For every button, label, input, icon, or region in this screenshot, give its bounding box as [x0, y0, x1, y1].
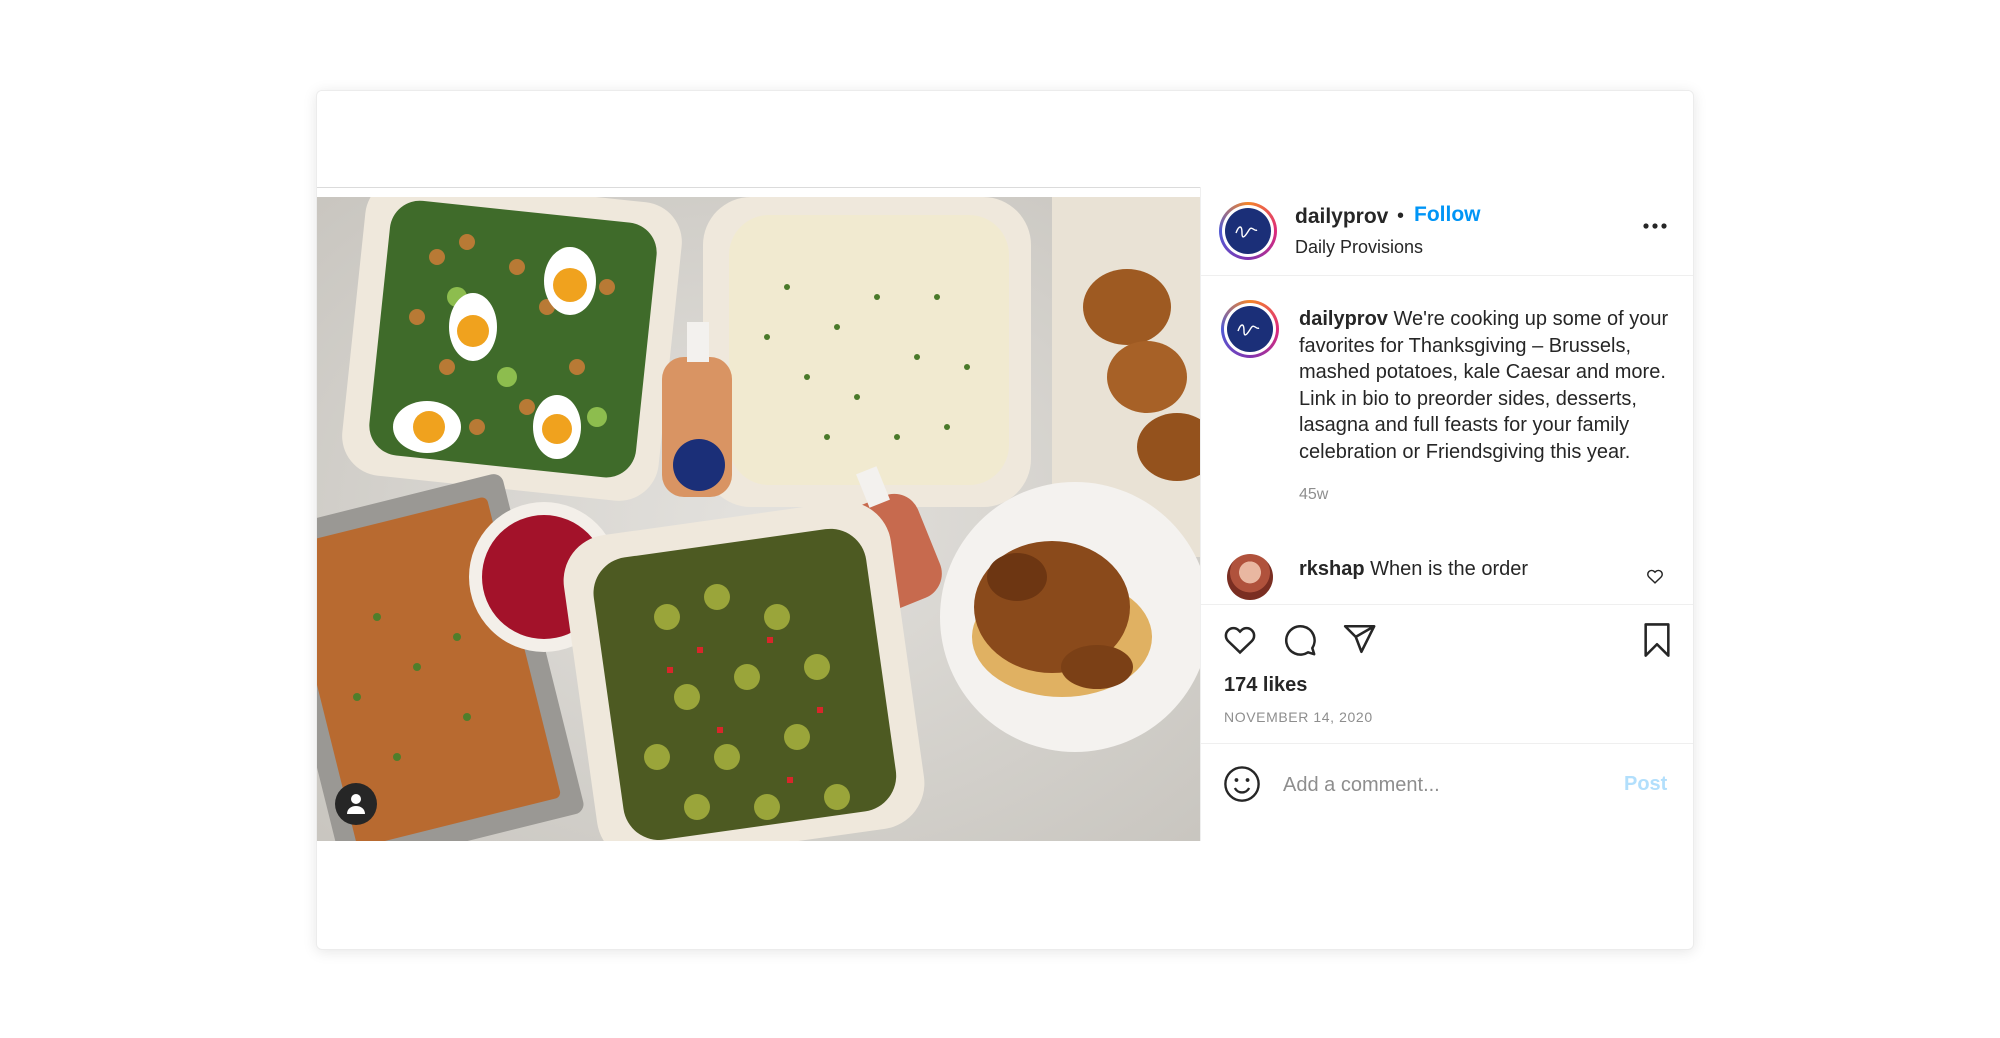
account-full-name: Daily Provisions	[1295, 237, 1424, 257]
heart-icon	[1224, 626, 1256, 655]
post-photo[interactable]	[317, 197, 1200, 841]
brand-logo-icon	[1237, 324, 1260, 336]
smiley-icon	[1224, 766, 1260, 802]
roast-chicken-plate	[940, 482, 1200, 752]
tagged-people-button[interactable]	[335, 783, 377, 825]
card-top-bar	[317, 91, 1693, 188]
comment-like-button[interactable]	[1646, 568, 1664, 589]
save-button[interactable]	[1642, 623, 1672, 662]
profile-avatar[interactable]	[1219, 202, 1277, 260]
person-icon	[347, 794, 365, 814]
likes-count[interactable]: 174 likes	[1224, 674, 1307, 697]
brussels-sprouts-tray	[563, 501, 925, 841]
follow-button[interactable]: Follow	[1414, 203, 1481, 227]
post-date: NOVEMBER 14, 2020	[1224, 709, 1373, 725]
add-comment-bar: Post	[1201, 743, 1693, 842]
more-options-button[interactable]	[1638, 211, 1672, 241]
comment-username[interactable]: rkshap	[1299, 558, 1365, 580]
caption-body: We're cooking up some of your favorites …	[1299, 308, 1669, 463]
post-header: dailyprov • Follow Daily Provisions	[1201, 187, 1693, 276]
mashed-potatoes-tray	[703, 197, 1031, 507]
post-comment-button[interactable]: Post	[1624, 773, 1667, 796]
post-username[interactable]: dailyprov	[1295, 205, 1388, 229]
post-caption: dailyprov We're cooking up some of your …	[1299, 306, 1679, 465]
comments-area: dailyprov We're cooking up some of your …	[1201, 276, 1693, 604]
food-spread-illustration	[317, 197, 1200, 841]
more-horizontal-icon	[1643, 223, 1667, 229]
post-age: 45w	[1299, 486, 1329, 503]
header-separator: •	[1397, 205, 1405, 227]
share-button[interactable]	[1343, 623, 1377, 660]
post-side-panel: dailyprov • Follow Daily Provisions dail…	[1200, 187, 1693, 842]
small-heart-icon	[1647, 569, 1663, 584]
commenter-avatar[interactable]	[1227, 554, 1273, 600]
bookmark-icon	[1644, 623, 1670, 657]
comment-bubble-icon	[1284, 624, 1316, 656]
comment-body: When is the order	[1370, 558, 1529, 580]
comment-input[interactable]	[1281, 764, 1605, 806]
brand-logo-icon	[1235, 226, 1258, 238]
caption-username[interactable]: dailyprov	[1299, 308, 1388, 330]
comment-item: rkshap When is the order	[1299, 558, 1528, 581]
caption-avatar[interactable]	[1221, 300, 1279, 358]
like-button[interactable]	[1223, 623, 1257, 660]
post-action-bar	[1201, 604, 1693, 675]
paper-plane-icon	[1343, 624, 1376, 654]
kale-salad-tray	[342, 197, 682, 501]
instagram-post-card: dailyprov • Follow Daily Provisions dail…	[316, 90, 1694, 950]
comment-button[interactable]	[1283, 623, 1317, 662]
emoji-button[interactable]	[1223, 765, 1261, 808]
